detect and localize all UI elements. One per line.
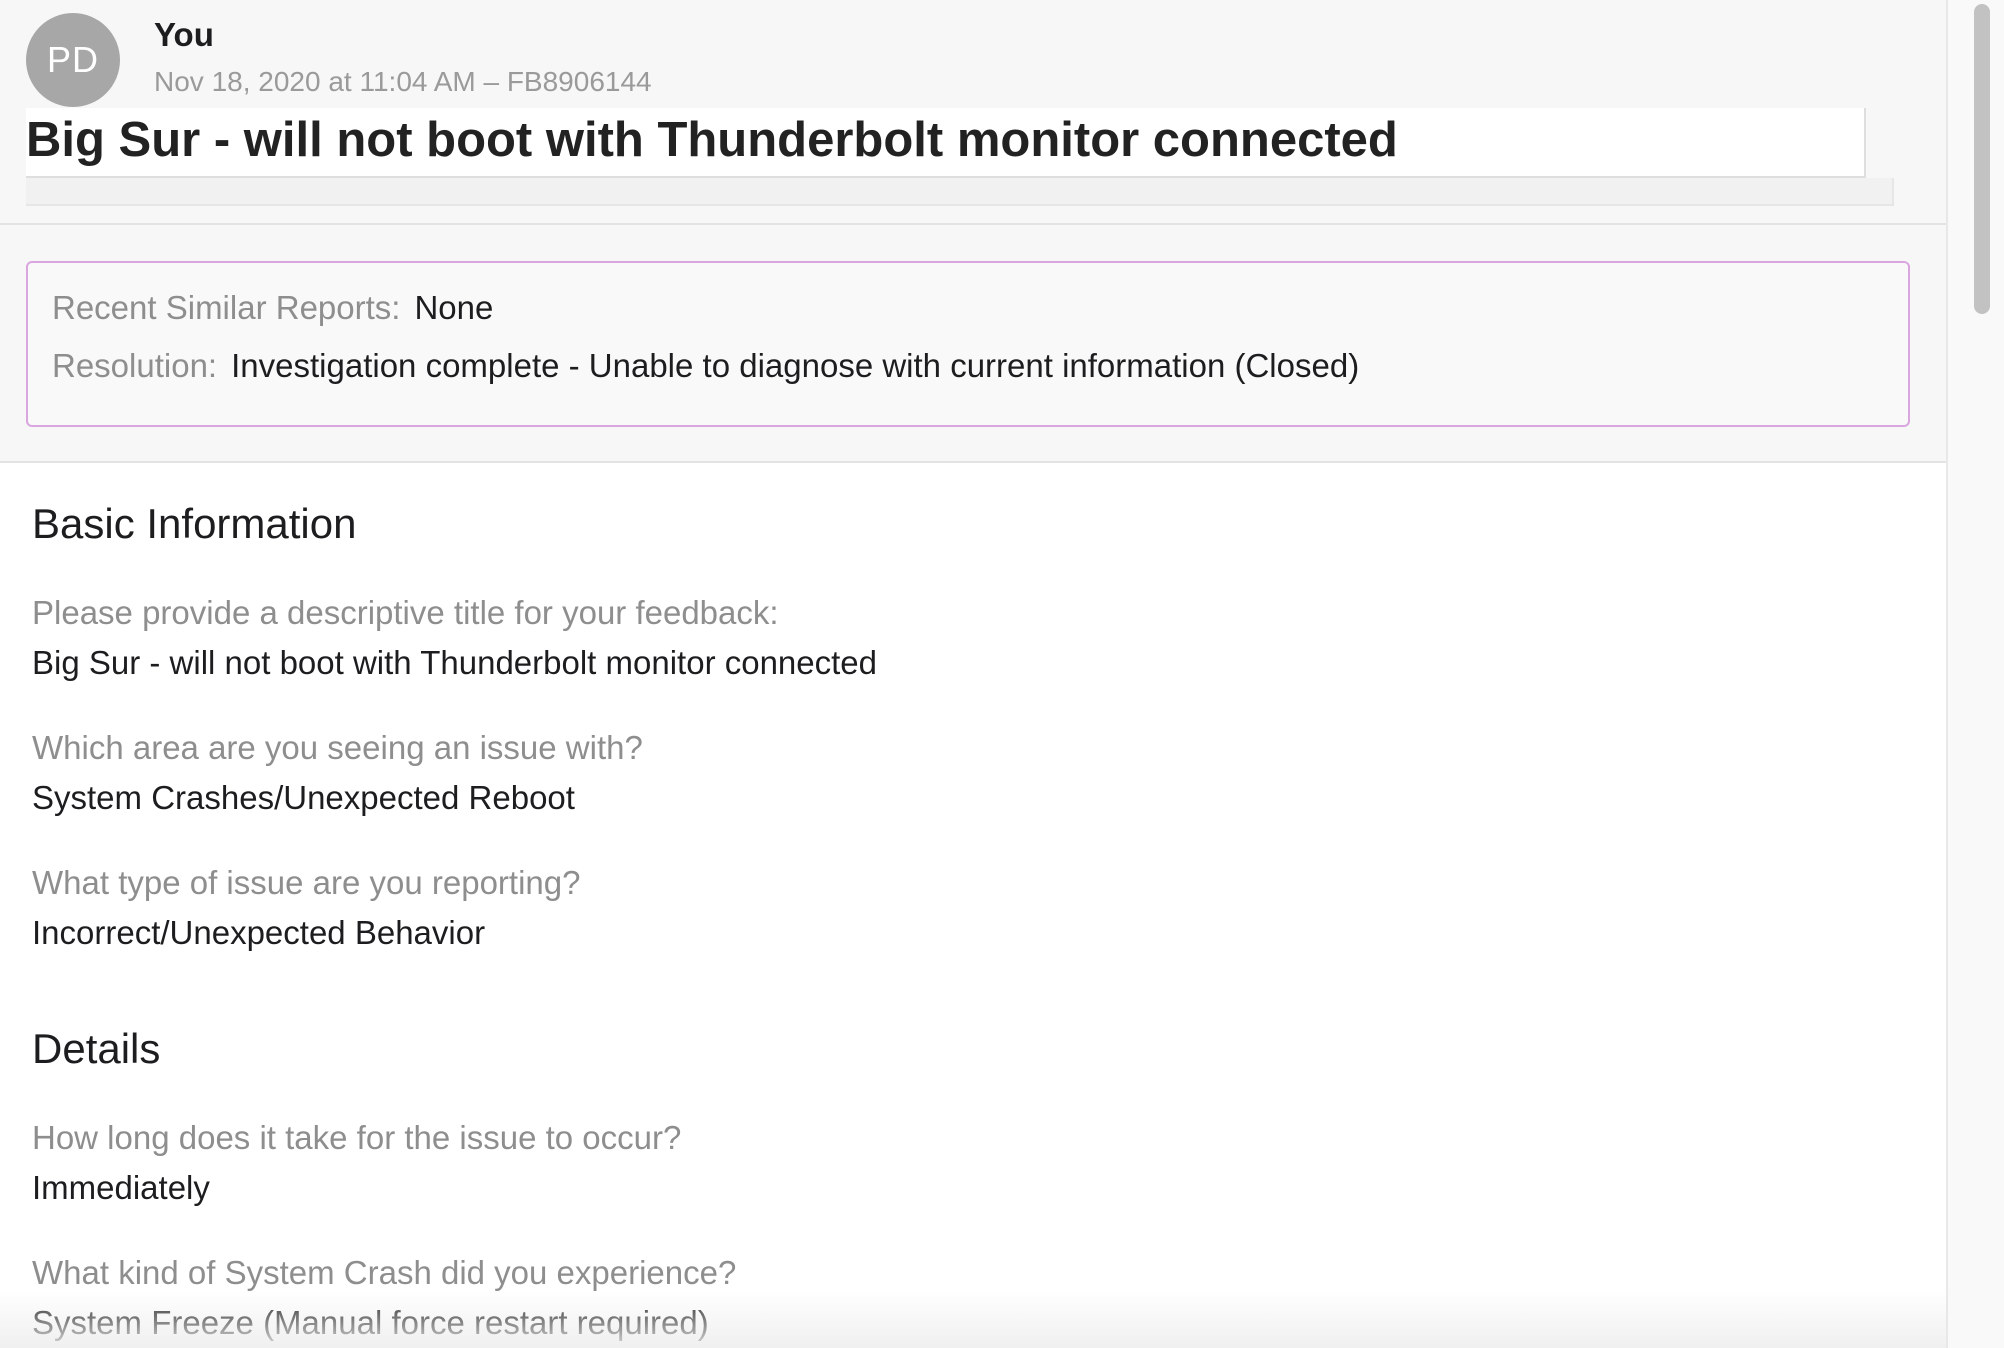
resolution-label: Resolution: [52, 347, 218, 384]
scrollbar-thumb[interactable] [1974, 4, 1990, 314]
similar-reports-row: Recent Similar Reports: None [52, 289, 493, 327]
resolution-value: Investigation complete - Unable to diagn… [231, 347, 1360, 384]
answer-issue-type: Incorrect/Unexpected Behavior [32, 914, 486, 951]
answer-time-to-occur: Immediately [32, 1169, 210, 1206]
message-subject: Big Sur - will not boot with Thunderbolt… [26, 113, 1398, 167]
answer-area: System Crashes/Unexpected Reboot [32, 779, 575, 816]
feedback-content: PD You Nov 18, 2020 at 11:04 AM – FB8906… [0, 0, 1946, 1348]
similar-reports-label: Recent Similar Reports: [52, 289, 401, 326]
status-box: Recent Similar Reports: None Resolution: I… [26, 261, 1910, 427]
basic-information-heading: Basic Information [32, 500, 357, 547]
resolution-row: Resolution: Investigation complete - Unab… [52, 347, 1359, 385]
question-area: Which area are you seeing an issue with? [32, 729, 643, 766]
similar-reports-value: None [414, 289, 494, 326]
details-heading: Details [32, 1025, 161, 1072]
question-issue-type: What type of issue are you reporting? [32, 864, 581, 901]
status-area: Recent Similar Reports: None Resolution: I… [0, 225, 1946, 463]
answer-title: Big Sur - will not boot with Thunderbolt… [32, 644, 878, 681]
vertical-scrollbar[interactable] [1946, 0, 2004, 1348]
question-time-to-occur: How long does it take for the issue to o… [32, 1119, 682, 1156]
message-header: PD You Nov 18, 2020 at 11:04 AM – FB8906… [0, 0, 1946, 225]
message-meta: Nov 18, 2020 at 11:04 AM – FB8906144 [154, 66, 652, 97]
sender-name: You [154, 16, 214, 53]
subject-shadow [26, 178, 1894, 206]
question-crash-kind: What kind of System Crash did you experi… [32, 1254, 737, 1291]
avatar: PD [26, 13, 120, 107]
question-title: Please provide a descriptive title for y… [32, 594, 779, 631]
feedback-page: PD You Nov 18, 2020 at 11:04 AM – FB8906… [0, 0, 2004, 1348]
answer-crash-kind: System Freeze (Manual force restart requ… [32, 1304, 709, 1341]
